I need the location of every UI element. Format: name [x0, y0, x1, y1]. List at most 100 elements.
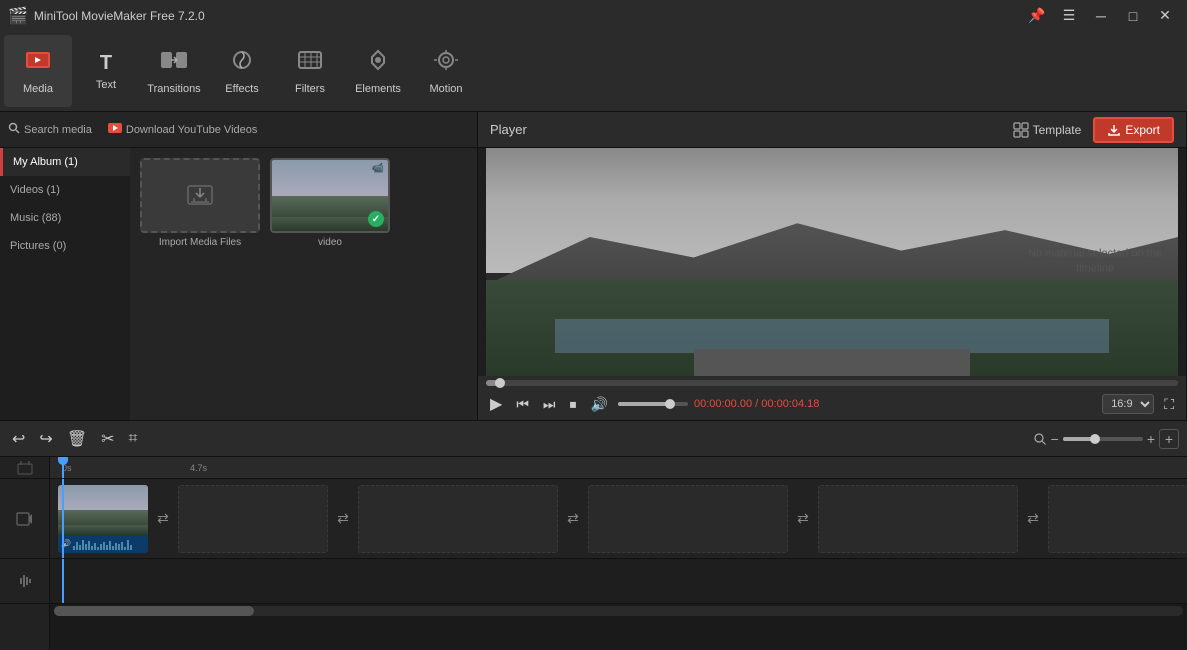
motion-icon — [432, 48, 460, 79]
album-item-music[interactable]: Music (88) — [0, 204, 130, 232]
timeline-toolbar: ↩ ↪ 🗑 ✂ ⌗ − + + — [0, 421, 1187, 457]
fullscreen-button[interactable]: ⛶ — [1160, 394, 1178, 415]
album-list: My Album (1) Videos (1) Music (88) Pictu… — [0, 148, 130, 420]
album-item-pictures[interactable]: Pictures (0) — [0, 232, 130, 260]
video-track: 🔊 — [50, 479, 1187, 559]
left-panel: Search media Download YouTube Videos My … — [0, 112, 478, 420]
media-grid: Import Media Files 📹 — [130, 148, 477, 420]
video-clip[interactable]: 🔊 — [58, 485, 148, 553]
export-button[interactable]: Export — [1093, 117, 1174, 143]
toolbar-filters[interactable]: Filters — [276, 35, 344, 107]
timeline-body: 0s 4.7s — [0, 457, 1187, 650]
timeline-zoom: − + + — [1033, 429, 1179, 449]
elements-label: Elements — [355, 83, 401, 95]
redo-button[interactable]: ↪ — [35, 427, 56, 451]
toolbar-motion[interactable]: Motion — [412, 35, 480, 107]
left-content: My Album (1) Videos (1) Music (88) Pictu… — [0, 148, 477, 420]
video-thumb: 📹 ✓ — [270, 158, 390, 233]
search-media-btn[interactable]: Search media — [8, 122, 92, 137]
timeline-section: ↩ ↪ 🗑 ✂ ⌗ − + + — [0, 420, 1187, 650]
player-video: No material selected on the timeline — [486, 148, 1178, 376]
timeline-scrollbar-handle[interactable] — [54, 606, 254, 616]
video-road — [694, 349, 971, 376]
toolbar-text[interactable]: T Text — [72, 35, 140, 107]
player-controls: ▶ ⏮ ⏭ ⏹ 🔊 00:00:00.00 / 00:00:04.18 — [478, 376, 1186, 420]
app-title: MiniTool MovieMaker Free 7.2.0 — [34, 9, 205, 23]
time-total: 00:00:04.18 — [761, 398, 819, 410]
video-card[interactable]: 📹 ✓ video — [270, 158, 390, 410]
prev-button[interactable]: ⏮ — [512, 394, 533, 415]
search-icon — [8, 122, 20, 137]
motion-label: Motion — [429, 83, 462, 95]
time-current: 00:00:00.00 — [694, 398, 752, 410]
pin-button[interactable]: 📌 — [1023, 5, 1051, 27]
delete-button[interactable]: 🗑 — [63, 427, 91, 451]
volume-slider[interactable] — [618, 402, 688, 406]
toolbar-media[interactable]: Media — [4, 35, 72, 107]
template-button[interactable]: Template — [1005, 118, 1090, 142]
empty-clip-4 — [818, 485, 1018, 553]
filters-icon — [296, 48, 324, 79]
cut-button[interactable]: ✂ — [97, 427, 118, 451]
media-icon — [24, 48, 52, 79]
minimize-button[interactable]: ─ — [1087, 5, 1115, 27]
import-label: Import Media Files — [159, 237, 241, 248]
audio-track — [50, 559, 1187, 604]
zoom-minus: − — [1051, 431, 1059, 447]
time-display: 00:00:00.00 / 00:00:04.18 — [694, 398, 1096, 410]
zoom-slider-container[interactable] — [1063, 437, 1143, 441]
album-item-videos[interactable]: Videos (1) — [0, 176, 130, 204]
crop-button[interactable]: ⌗ — [125, 428, 142, 450]
stop-button[interactable]: ⏹ — [566, 394, 581, 415]
progress-handle[interactable] — [495, 378, 505, 388]
add-track-button[interactable]: + — [1159, 429, 1179, 449]
toolbar-effects[interactable]: Effects — [208, 35, 276, 107]
video-track-icon — [0, 479, 49, 559]
audio-track-icon — [0, 559, 49, 604]
titlebar: 🎬 MiniTool MovieMaker Free 7.2.0 📌 ☰ ─ □… — [0, 0, 1187, 31]
close-button[interactable]: ✕ — [1151, 5, 1179, 27]
template-icon — [1013, 122, 1029, 138]
transition-slot-3[interactable]: ⇄ — [558, 485, 588, 553]
main-layout: 🎬 MiniTool MovieMaker Free 7.2.0 📌 ☰ ─ □… — [0, 0, 1187, 650]
titlebar-left: 🎬 MiniTool MovieMaker Free 7.2.0 — [8, 6, 205, 26]
player-area: Player Template Export — [478, 112, 1186, 420]
next-button[interactable]: ⏭ — [539, 394, 560, 415]
toolbar-elements[interactable]: Elements — [344, 35, 412, 107]
timeline-content[interactable]: 0s 4.7s — [50, 457, 1187, 650]
album-item-my-album[interactable]: My Album (1) — [0, 148, 130, 176]
volume-handle[interactable] — [665, 399, 675, 409]
transition-slot-2[interactable]: ⇄ — [328, 485, 358, 553]
player-header: Player Template Export — [478, 112, 1186, 148]
download-youtube-btn[interactable]: Download YouTube Videos — [108, 123, 258, 136]
menu-button[interactable]: ☰ — [1055, 5, 1083, 27]
titlebar-controls: 📌 ☰ ─ □ ✕ — [1023, 5, 1179, 27]
zoom-plus: + — [1147, 431, 1155, 447]
effects-label: Effects — [225, 83, 258, 95]
volume-button[interactable]: 🔊 — [587, 394, 612, 415]
zoom-out-icon[interactable] — [1033, 432, 1047, 446]
timeline-playhead[interactable] — [62, 457, 64, 478]
timeline-track-controls — [0, 457, 50, 650]
controls-row: ▶ ⏮ ⏭ ⏹ 🔊 00:00:00.00 / 00:00:04.18 — [486, 392, 1178, 416]
aspect-ratio-select[interactable]: 16:9 9:16 1:1 4:3 — [1102, 394, 1154, 414]
transition-slot-5[interactable]: ⇄ — [1018, 485, 1048, 553]
player-header-right: Template Export — [1005, 117, 1174, 143]
export-label: Export — [1125, 123, 1160, 137]
text-icon: T — [100, 52, 112, 75]
ruler-mark-1: 4.7s — [190, 463, 207, 473]
app-icon: 🎬 — [8, 6, 28, 26]
transition-slot-1[interactable]: ⇄ — [148, 485, 178, 553]
play-button[interactable]: ▶ — [486, 392, 506, 416]
toolbar-transitions[interactable]: Transitions — [140, 35, 208, 107]
transition-slot-4[interactable]: ⇄ — [788, 485, 818, 553]
zoom-handle[interactable] — [1090, 434, 1100, 444]
progress-bar[interactable] — [486, 380, 1178, 386]
import-media-card[interactable]: Import Media Files — [140, 158, 260, 410]
maximize-button[interactable]: □ — [1119, 5, 1147, 27]
timeline-scrollbar[interactable] — [54, 606, 1183, 616]
import-thumb — [140, 158, 260, 233]
undo-button[interactable]: ↩ — [8, 427, 29, 451]
media-toolbar: Search media Download YouTube Videos — [0, 112, 477, 148]
elements-icon — [364, 48, 392, 79]
